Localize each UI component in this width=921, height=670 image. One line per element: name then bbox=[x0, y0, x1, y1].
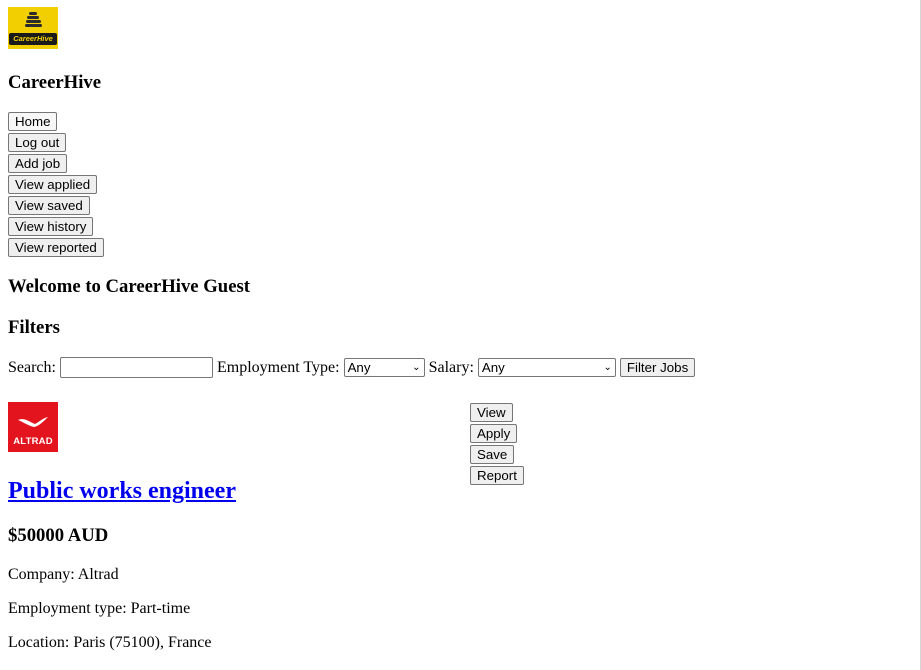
employment-type-value: Any bbox=[347, 360, 371, 375]
beehive-icon bbox=[24, 11, 42, 31]
view-button[interactable]: View bbox=[470, 403, 513, 422]
job-salary: $50000 AUD bbox=[8, 525, 109, 546]
company-logo: ALTRAD bbox=[8, 402, 58, 452]
company-logo-text: ALTRAD bbox=[13, 436, 53, 447]
chevron-down-icon: ⌄ bbox=[603, 362, 612, 373]
view-saved-button[interactable]: View saved bbox=[8, 196, 90, 215]
report-button[interactable]: Report bbox=[470, 466, 524, 485]
filter-form: Search: Employment Type: Any ⌄ Salary: A… bbox=[8, 357, 913, 378]
employment-type-select[interactable]: Any ⌄ bbox=[343, 358, 425, 377]
employment-type-label: Employment Type: bbox=[216, 358, 340, 376]
save-button[interactable]: Save bbox=[470, 445, 515, 464]
salary-value: Any bbox=[481, 360, 505, 375]
filter-jobs-button[interactable]: Filter Jobs bbox=[619, 358, 696, 377]
nav-menu: Home Log out Add job View applied View s… bbox=[8, 112, 913, 257]
view-reported-button[interactable]: View reported bbox=[8, 238, 104, 257]
add-job-button[interactable]: Add job bbox=[8, 154, 68, 173]
brand-title: CareerHive bbox=[8, 72, 102, 93]
wing-icon bbox=[18, 417, 48, 427]
chevron-down-icon: ⌄ bbox=[412, 362, 421, 373]
apply-button[interactable]: Apply bbox=[470, 424, 518, 443]
careerhive-logo: CareerHive bbox=[8, 7, 58, 49]
salary-label: Salary: bbox=[428, 358, 474, 376]
search-label: Search: bbox=[8, 358, 56, 376]
home-button[interactable]: Home bbox=[8, 112, 58, 131]
page: CareerHive CareerHive Home Log out Add j… bbox=[0, 0, 921, 652]
job-title: Public works engineer bbox=[8, 477, 913, 505]
logo-text: CareerHive bbox=[9, 33, 57, 45]
job-employment-type: Employment type: Part-time bbox=[8, 600, 191, 617]
filters-heading: Filters bbox=[8, 317, 60, 338]
logout-button[interactable]: Log out bbox=[8, 133, 67, 152]
job-actions: View Apply Save Report bbox=[470, 403, 524, 487]
view-history-button[interactable]: View history bbox=[8, 217, 94, 236]
search-input[interactable] bbox=[59, 357, 213, 378]
job-card: ALTRAD View Apply Save Report Public wor… bbox=[8, 402, 913, 652]
welcome-heading: Welcome to CareerHive Guest bbox=[8, 276, 250, 297]
job-location: Location: Paris (75100), France bbox=[8, 634, 212, 651]
job-company: Company: Altrad bbox=[8, 566, 119, 583]
salary-select[interactable]: Any ⌄ bbox=[477, 358, 616, 377]
view-applied-button[interactable]: View applied bbox=[8, 175, 98, 194]
job-title-link[interactable]: Public works engineer bbox=[8, 478, 236, 504]
